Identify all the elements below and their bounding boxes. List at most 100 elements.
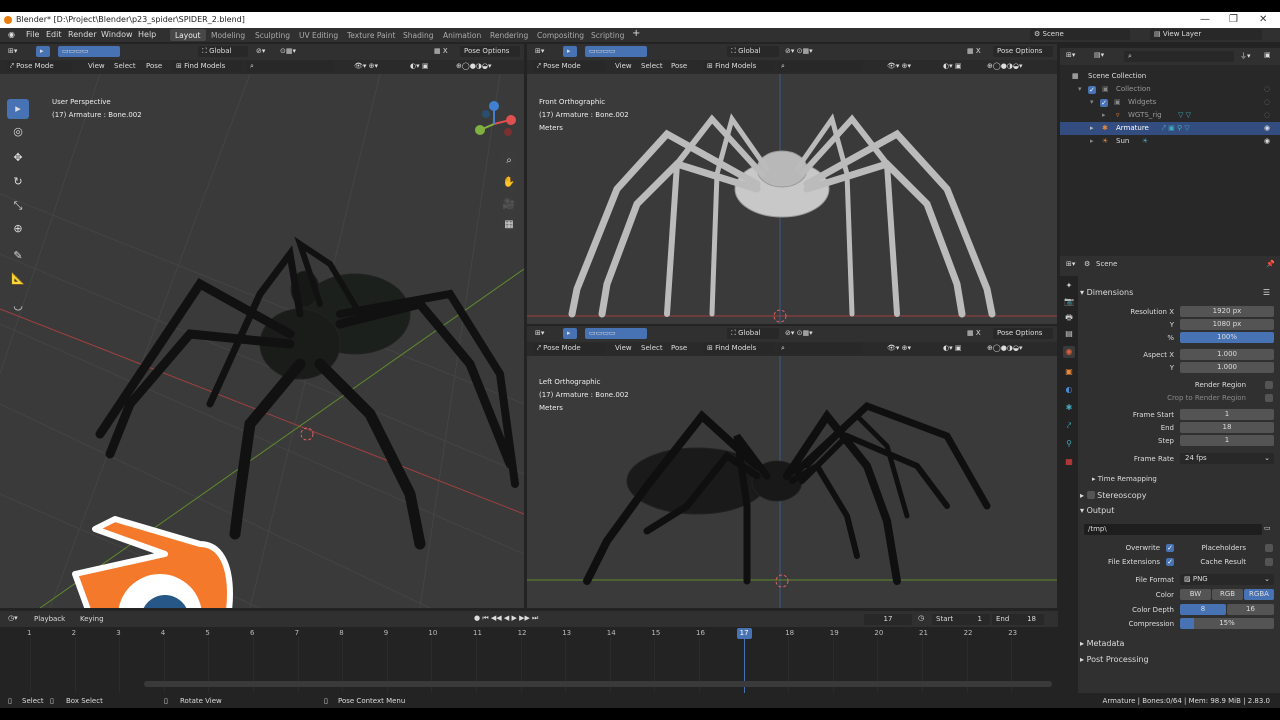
outliner-row-collection[interactable]: ▾ ✓ ▣ Collection ◌ (1060, 83, 1280, 96)
pose-options-dropdown[interactable]: Pose Options (460, 46, 520, 57)
overlay-icon[interactable]: ◐▾ ▣ (943, 62, 961, 70)
camera-icon[interactable]: 🎥 (500, 196, 518, 214)
shading-mode-icons[interactable]: ⊕◯●◑◒▾ (456, 62, 492, 70)
menu-select[interactable]: Select (114, 62, 136, 70)
view-layer-tab-icon[interactable]: ▤ (1063, 328, 1075, 340)
pose-options-dropdown[interactable]: Pose Options (993, 328, 1053, 339)
search-input[interactable]: ⌕ (777, 61, 863, 72)
viewport-front-orthographic[interactable]: ⊞▾ ▸ ▭▭▭▭ ⛶ Global ⊘▾ ⊙▦▾ ▦ X Pose Optio… (527, 44, 1057, 324)
presets-icon[interactable]: ☰ (1263, 288, 1270, 297)
tab-sculpting[interactable]: Sculpting (250, 29, 295, 41)
crop-region-checkbox[interactable] (1265, 394, 1273, 402)
viewport-left-orthographic[interactable]: ⊞▾ ▸ ▭▭▭▭ ⛶ Global ⊘▾ ⊙▦▾ ▦ X Pose Optio… (527, 326, 1057, 608)
start-frame-field[interactable]: Start 1 (932, 614, 990, 625)
transform-orientation-dropdown[interactable]: ⛶ Global (727, 328, 779, 339)
ortho-grid-icon[interactable]: ▦ (500, 216, 518, 234)
post-processing-panel-header[interactable]: ▸ Post Processing (1080, 655, 1276, 664)
tab-layout[interactable]: Layout (170, 29, 206, 41)
tab-shading[interactable]: Shading (398, 29, 438, 41)
viewport-user-perspective[interactable]: ⊞▾ ▸ ▭▭▭▭ ⛶ Global ⊘▾ ⊙▦▾ ▦ X Pose Optio… (0, 44, 524, 608)
tab-compositing[interactable]: Compositing (532, 29, 589, 41)
file-extensions-checkbox[interactable]: ✓ (1166, 558, 1174, 566)
outliner-row-widgets[interactable]: ▾ ✓ ▣ Widgets ◌ (1060, 96, 1280, 109)
navigation-gizmo[interactable] (470, 100, 520, 150)
transform-orientation-dropdown[interactable]: ⛶ Global (198, 46, 248, 57)
snap-icon[interactable]: ⊙▦▾ (280, 47, 296, 55)
output-panel-header[interactable]: ▾ Output (1080, 506, 1276, 515)
tab-uv-editing[interactable]: UV Editing (294, 29, 343, 41)
menu-pose[interactable]: Pose (146, 62, 162, 70)
editor-type-icon[interactable]: ⊞▾ (8, 47, 17, 55)
maximize-icon[interactable]: ❐ (1229, 14, 1238, 25)
output-path-input[interactable]: /tmp\ (1084, 524, 1262, 535)
select-box-tool[interactable]: ▸ (7, 99, 29, 119)
search-input[interactable]: ⌕ (777, 343, 863, 354)
rotate-tool[interactable]: ↻ (7, 172, 29, 192)
editor-type-icon[interactable]: ⊞▾ (1066, 51, 1075, 59)
outliner-row-armature[interactable]: ▸ ✱ Armature ⤤ ▣ ⚲ ▽ ◉ (1060, 122, 1280, 135)
resolution-y-field[interactable]: 1080 px (1180, 319, 1274, 330)
collapse-arrow-icon[interactable]: ▾ (1090, 98, 1094, 106)
tab-modeling[interactable]: Modeling (206, 29, 250, 41)
minimize-icon[interactable]: — (1200, 14, 1210, 25)
pivot-icon[interactable]: ⊘▾ ⊙▦▾ (785, 47, 813, 55)
search-input[interactable]: ⌕ (246, 61, 334, 72)
outliner-row-scene-collection[interactable]: ▦ Scene Collection (1060, 70, 1280, 83)
compression-slider[interactable]: 15% (1180, 618, 1274, 629)
new-collection-icon[interactable]: ▣ (1264, 51, 1271, 59)
mode-dropdown[interactable]: ⤤ Pose Mode (6, 61, 72, 72)
collection-checkbox[interactable]: ✓ (1088, 86, 1096, 94)
menu-help[interactable]: Help (138, 30, 156, 39)
overlay-icon[interactable]: ◐▾ ▣ (943, 344, 961, 352)
view-layer-selector[interactable]: ▤ View Layer (1150, 29, 1262, 40)
mirror-icon[interactable]: ▦ X (967, 329, 981, 337)
color-rgb-button[interactable]: RGB (1212, 589, 1243, 600)
collapse-arrow-icon[interactable]: ▾ (1078, 85, 1082, 93)
timeline-scrollbar[interactable] (144, 681, 1052, 687)
select-box-mode-buttons[interactable]: ▭▭▭▭ (585, 46, 647, 57)
tab-animation[interactable]: Animation (438, 29, 486, 41)
aspect-y-field[interactable]: 1.000 (1180, 362, 1274, 373)
mode-dropdown[interactable]: ⤤ Pose Mode (533, 61, 605, 72)
physics-tab-icon[interactable]: ✱ (1063, 402, 1075, 414)
relax-tool[interactable]: ◡ (7, 296, 29, 316)
collapse-arrow-icon[interactable]: ▸ (1102, 111, 1106, 119)
output-tab-icon[interactable]: 🖶 (1063, 312, 1075, 324)
menu-select[interactable]: Select (641, 62, 663, 70)
outliner-row-sun[interactable]: ▸ ☀ Sun ☀ ◉ (1060, 135, 1280, 148)
file-format-dropdown[interactable]: ▨ PNG ⌄ (1180, 574, 1274, 585)
overlay-icon[interactable]: ◐▾ ▣ (410, 62, 428, 70)
hide-eye-icon[interactable]: ◌ (1264, 98, 1270, 106)
shading-mode-icons[interactable]: ⊕◯●◑◒▾ (987, 344, 1023, 352)
menu-render[interactable]: Render (68, 30, 96, 39)
keying-menu[interactable]: Keying (80, 615, 104, 623)
color-depth-16-button[interactable]: 16 (1227, 604, 1274, 615)
mirror-icon[interactable]: ▦ X (434, 47, 448, 55)
hide-eye-icon[interactable]: ◉ (1264, 137, 1270, 145)
blender-menu-icon[interactable]: ◉ (8, 30, 15, 39)
pivot-icon[interactable]: ⊘▾ ⊙▦▾ (785, 329, 813, 337)
scale-tool[interactable]: ⤡ (7, 196, 29, 216)
preview-range-icon[interactable]: ◷ (918, 614, 924, 622)
stereoscopy-checkbox[interactable] (1086, 491, 1095, 499)
menu-file[interactable]: File (26, 30, 39, 39)
tab-scripting[interactable]: Scripting (586, 29, 629, 41)
move-tool[interactable]: ✥ (7, 148, 29, 168)
frame-step-field[interactable]: 1 (1180, 435, 1274, 446)
frame-end-field[interactable]: 18 (1180, 422, 1274, 433)
end-frame-field[interactable]: End 18 (992, 614, 1044, 625)
hide-eye-icon[interactable]: ◌ (1264, 85, 1270, 93)
cursor-tool[interactable]: ◎ (7, 122, 29, 142)
select-box-mode-buttons[interactable]: ▭▭▭▭ (585, 328, 647, 339)
color-depth-8-button[interactable]: 8 (1180, 604, 1226, 615)
menu-edit[interactable]: Edit (46, 30, 62, 39)
frame-start-field[interactable]: 1 (1180, 409, 1274, 420)
pose-options-dropdown[interactable]: Pose Options (993, 46, 1053, 57)
menu-select[interactable]: Select (641, 344, 663, 352)
menu-pose[interactable]: Pose (671, 344, 687, 352)
object-data-tab-icon[interactable]: ⤤ (1063, 420, 1075, 432)
object-tab-icon[interactable]: ▣ (1063, 366, 1075, 378)
editor-type-icon[interactable]: ◷▾ (8, 614, 18, 622)
dimensions-panel-header[interactable]: ▾ Dimensions ☰ (1080, 288, 1276, 297)
menu-view[interactable]: View (615, 62, 632, 70)
